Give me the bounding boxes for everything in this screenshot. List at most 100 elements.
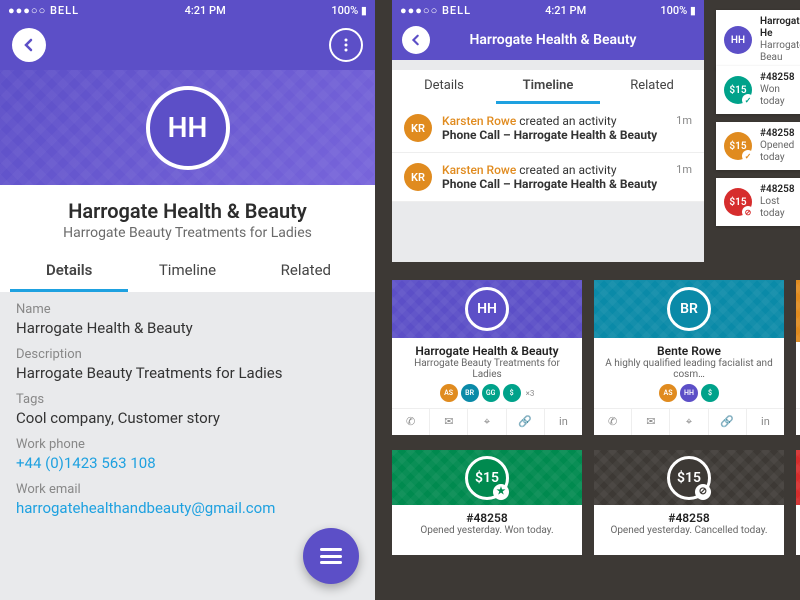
fields-list: NameHarrogate Health & BeautyDescription… (0, 292, 375, 517)
back-button[interactable] (12, 28, 46, 62)
status-battery: 100% ▮ (660, 4, 696, 17)
link-icon[interactable]: 🔗 (709, 409, 747, 435)
contact-card[interactable]: BR Bente RoweA highly qualified leading f… (594, 280, 784, 435)
link-icon[interactable]: 🔗 (507, 409, 545, 435)
field: Description Harrogate Beauty Treatments f… (0, 337, 375, 382)
timeline-body: Karsten Rowe created an activityPhone Ca… (442, 114, 666, 142)
screen-timeline: ●●●○○ BELL 4:21 PM 100% ▮ Harrogate Heal… (392, 0, 704, 262)
field-label: Work phone (16, 437, 359, 452)
card-avatar: HH (465, 287, 509, 331)
contact-card[interactable]: HH Harrogate Health & BeautyHarrogate Bea… (392, 280, 582, 435)
phone-icon[interactable]: ✆ (594, 409, 632, 435)
tab-related[interactable]: Related (247, 251, 365, 292)
signal-icon: ●●●○○ BELL (8, 4, 79, 17)
field-value[interactable]: +44 (0)1423 563 108 (16, 454, 359, 472)
phone-icon[interactable]: ✆ (392, 409, 430, 435)
badge: $ (701, 384, 719, 402)
card-body: Bente RoweA highly qualified leading fac… (594, 338, 784, 408)
mail-icon[interactable]: ✉ (430, 409, 468, 435)
pill-avatar: $15✓ (724, 76, 752, 104)
card-row: HH Harrogate Health & BeautyHarrogate Bea… (392, 280, 800, 435)
field-value: Harrogate Health & Beauty (16, 319, 359, 337)
header-title: Harrogate Health & Beauty (440, 32, 694, 48)
fab-menu[interactable] (303, 528, 359, 584)
tab-details[interactable]: Details (392, 70, 496, 104)
badge: GG (482, 384, 500, 402)
pill-text: #48258Lost today (760, 184, 800, 220)
card-header: HH (392, 280, 582, 338)
user-avatar: KR (404, 163, 432, 191)
timeline-item[interactable]: KR Karsten Rowe created an activityPhone … (392, 153, 704, 202)
card-header: $15 (796, 450, 800, 505)
card-actions: ✆✉⌖🔗in (594, 408, 784, 435)
status-bar: ●●●○○ BELL 4:21 PM 100% ▮ (392, 0, 704, 20)
company-title: Harrogate Health & Beauty (10, 199, 365, 223)
field-label: Name (16, 302, 359, 317)
timeline-time: 1m (676, 163, 692, 176)
badge: AS (659, 384, 677, 402)
field-label: Tags (16, 392, 359, 407)
contact-card[interactable]: $15Opened today. Expecte ✆✉⌖🔗in (796, 280, 800, 435)
result-pill[interactable]: $15✓ #48258Won today (716, 66, 800, 114)
more-button[interactable] (329, 28, 363, 62)
card-body: Harrogate Health & BeautyHarrogate Beaut… (392, 338, 582, 408)
menu-icon (320, 548, 342, 564)
user-avatar: KR (404, 114, 432, 142)
badge: $ (503, 384, 521, 402)
timeline-body: Karsten Rowe created an activityPhone Ca… (442, 163, 666, 191)
pin-icon[interactable]: ⌖ (468, 409, 506, 435)
signal-icon: ●●●○○ BELL (400, 4, 471, 17)
mail-icon[interactable]: ✉ (632, 409, 670, 435)
pill-avatar: $15✓ (724, 132, 752, 160)
deal-card[interactable]: $15⊘ #48258Opened yesterday. Cancelled to… (594, 450, 784, 555)
field: Name Harrogate Health & Beauty (0, 292, 375, 337)
pill-avatar: HH (724, 26, 752, 54)
screen-details: ●●●○○ BELL 4:21 PM 100% ▮ HH Harrogate H… (0, 0, 375, 600)
card-avatar: $15★ (465, 456, 509, 500)
tabs: Details Timeline Related (10, 251, 365, 292)
company-subtitle: Harrogate Beauty Treatments for Ladies (10, 225, 365, 241)
card-header: BR (594, 280, 784, 338)
header: Harrogate Health & Beauty (392, 20, 704, 60)
timeline-item[interactable]: KR Karsten Rowe created an activityPhone … (392, 104, 704, 153)
result-pill[interactable]: HH Harrogate HeHarrogate Beau (716, 10, 800, 70)
title-block: Harrogate Health & Beauty Harrogate Beau… (0, 185, 375, 292)
field: Work phone +44 (0)1423 563 108 (0, 427, 375, 472)
tab-timeline[interactable]: Timeline (496, 70, 600, 104)
field-value[interactable]: harrogatehealthandbeauty@gmail.com (16, 499, 359, 517)
field-value: Cool company, Customer story (16, 409, 359, 427)
card-row: $15★#48258Opened yesterday. Won today.$1… (392, 450, 800, 555)
status-battery: 100% ▮ (331, 4, 367, 17)
tab-related[interactable]: Related (600, 70, 704, 104)
card-header: $15⊘ (594, 450, 784, 505)
pin-icon[interactable]: ⌖ (670, 409, 708, 435)
field-value: Harrogate Beauty Treatments for Ladies (16, 364, 359, 382)
card-body: Opened today. Expecte (796, 342, 800, 369)
deal-card[interactable]: $15 (796, 450, 800, 555)
card-header: $15 (796, 280, 800, 342)
card-avatar: $15⊘ (667, 456, 711, 500)
tab-timeline[interactable]: Timeline (128, 251, 246, 292)
deal-card[interactable]: $15★#48258Opened yesterday. Won today. (392, 450, 582, 555)
status-time: 4:21 PM (545, 4, 586, 17)
hero: HH (0, 70, 375, 185)
linkedin-icon[interactable]: in (545, 409, 582, 435)
card-header: $15★ (392, 450, 582, 505)
badge: AS (440, 384, 458, 402)
card-body: #48258Opened yesterday. Cancelled today. (594, 505, 784, 542)
pill-text: Harrogate HeHarrogate Beau (760, 16, 800, 64)
card-avatar: BR (667, 287, 711, 331)
linkedin-icon[interactable]: in (747, 409, 784, 435)
field: Tags Cool company, Customer story (0, 382, 375, 427)
result-pill[interactable]: $15✓#48258Opened today (716, 122, 800, 170)
company-avatar: HH (146, 86, 230, 170)
phone-icon[interactable]: ✆ (796, 409, 800, 435)
back-button[interactable] (402, 26, 430, 54)
status-bar: ●●●○○ BELL 4:21 PM 100% ▮ (0, 0, 375, 20)
result-pill[interactable]: $15⊘#48258Lost today (716, 178, 800, 226)
field-label: Description (16, 347, 359, 362)
tab-details[interactable]: Details (10, 251, 128, 292)
pill-text: #48258Won today (760, 72, 800, 108)
tabs: Details Timeline Related (392, 70, 704, 104)
card-actions: ✆✉⌖🔗in (796, 408, 800, 435)
